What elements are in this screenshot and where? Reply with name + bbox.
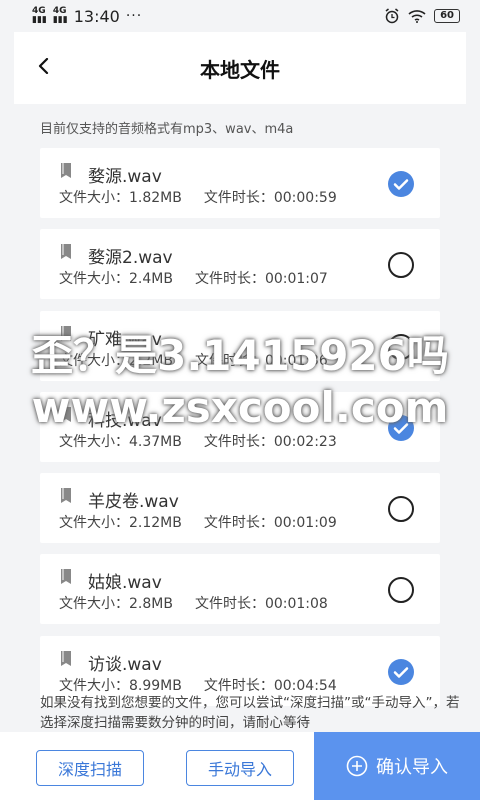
file-icon xyxy=(61,569,71,584)
wifi-icon xyxy=(408,10,426,23)
file-item[interactable]: 婺源2.wav 文件大小：2.4MB 文件时长：00:01:07 xyxy=(40,229,440,299)
status-left: 4G ▮▮▮ 4G ▮▮▮ 13:40 ··· xyxy=(32,7,142,26)
file-meta: 文件大小：1.82MB 文件时长：00:00:59 xyxy=(59,187,337,207)
file-meta: 文件大小：2.2MB 文件时长：00:01:36 xyxy=(59,350,328,370)
duration-label: 文件时长： xyxy=(203,434,274,450)
size-label: 文件大小： xyxy=(59,190,129,206)
size-label: 文件大小： xyxy=(59,271,129,287)
confirm-import-label: 确认导入 xyxy=(376,757,448,778)
file-icon xyxy=(61,244,71,259)
duration-label: 文件时长： xyxy=(203,515,274,531)
file-icon xyxy=(61,651,71,666)
bottom-action-bar: 深度扫描 手动导入 确认导入 xyxy=(0,732,480,800)
signal-icon: 4G ▮▮▮ xyxy=(32,6,47,25)
file-meta: 文件大小：4.37MB 文件时长：00:02:23 xyxy=(59,431,337,451)
file-item[interactable]: 科技.wav 文件大小：4.37MB 文件时长：00:02:23 xyxy=(40,392,440,462)
file-duration: 00:01:08 xyxy=(264,596,328,612)
alarm-icon xyxy=(385,8,399,24)
search-tip: 如果没有找到您想要的文件，您可以尝试“深度扫描”或“手动导入”，若选择深度扫描需… xyxy=(40,695,460,731)
confirm-import-button[interactable]: 确认导入 xyxy=(314,732,480,800)
checkbox-unchecked-icon[interactable] xyxy=(388,252,414,278)
file-item[interactable]: 姑娘.wav 文件大小：2.8MB 文件时长：00:01:08 xyxy=(40,554,440,624)
size-label: 文件大小： xyxy=(59,678,129,694)
back-arrow-icon[interactable] xyxy=(36,58,52,74)
file-size: 8.99MB xyxy=(129,678,182,694)
size-label: 文件大小： xyxy=(59,596,129,612)
file-size: 2.8MB xyxy=(129,596,173,612)
plus-circle-icon xyxy=(346,755,368,777)
checkbox-checked-icon[interactable] xyxy=(388,415,414,441)
file-name: 婺源.wav xyxy=(88,167,162,187)
duration-label: 文件时长： xyxy=(194,353,265,369)
file-meta: 文件大小：2.4MB 文件时长：00:01:07 xyxy=(59,268,328,288)
file-size: 2.12MB xyxy=(129,515,182,531)
file-name: 矿难.wav xyxy=(88,330,162,350)
file-duration: 00:01:07 xyxy=(264,271,328,287)
duration-label: 文件时长： xyxy=(203,678,274,694)
deep-scan-button[interactable]: 深度扫描 xyxy=(36,750,144,786)
file-size: 2.2MB xyxy=(129,353,173,369)
file-duration: 00:02:23 xyxy=(273,434,337,450)
file-name: 科技.wav xyxy=(88,411,162,431)
file-duration: 00:01:09 xyxy=(273,515,337,531)
duration-label: 文件时长： xyxy=(194,596,265,612)
file-name: 姑娘.wav xyxy=(88,573,162,593)
file-meta: 文件大小：2.8MB 文件时长：00:01:08 xyxy=(59,593,328,613)
status-bar: 4G ▮▮▮ 4G ▮▮▮ 13:40 ··· 60 xyxy=(0,0,480,32)
signal-icon-2: 4G ▮▮▮ xyxy=(52,6,68,25)
duration-label: 文件时长： xyxy=(194,271,265,287)
size-label: 文件大小： xyxy=(59,515,129,531)
file-duration: 00:04:54 xyxy=(273,678,337,694)
file-name: 访谈.wav xyxy=(88,655,162,675)
format-hint: 目前仅支持的音频格式有mp3、wav、m4a xyxy=(40,122,294,137)
checkbox-unchecked-icon[interactable] xyxy=(388,496,414,522)
checkbox-checked-icon[interactable] xyxy=(388,171,414,197)
file-item[interactable]: 羊皮卷.wav 文件大小：2.12MB 文件时长：00:01:09 xyxy=(40,473,440,543)
file-name: 羊皮卷.wav xyxy=(88,492,179,512)
file-meta: 文件大小：2.12MB 文件时长：00:01:09 xyxy=(59,512,337,532)
file-icon xyxy=(61,407,71,422)
checkbox-unchecked-icon[interactable] xyxy=(388,334,414,360)
file-duration: 00:00:59 xyxy=(273,190,337,206)
file-size: 1.82MB xyxy=(129,190,182,206)
file-name: 婺源2.wav xyxy=(88,248,173,268)
battery-icon: 60 xyxy=(434,9,460,23)
file-icon xyxy=(61,326,71,341)
file-item[interactable]: 婺源.wav 文件大小：1.82MB 文件时长：00:00:59 xyxy=(40,148,440,218)
file-icon xyxy=(61,163,71,178)
more-notifications-icon: ··· xyxy=(125,8,143,24)
header: 本地文件 xyxy=(14,32,466,104)
file-item[interactable]: 矿难.wav 文件大小：2.2MB 文件时长：00:01:36 xyxy=(40,311,440,381)
manual-import-button[interactable]: 手动导入 xyxy=(186,750,294,786)
file-size: 2.4MB xyxy=(129,271,173,287)
file-icon xyxy=(61,488,71,503)
checkbox-checked-icon[interactable] xyxy=(388,659,414,685)
file-duration: 00:01:36 xyxy=(264,353,328,369)
size-label: 文件大小： xyxy=(59,353,129,369)
duration-label: 文件时长： xyxy=(203,190,274,206)
status-right: 60 xyxy=(384,8,460,24)
page-title: 本地文件 xyxy=(200,57,280,82)
checkbox-unchecked-icon[interactable] xyxy=(388,577,414,603)
file-meta: 文件大小：8.99MB 文件时长：00:04:54 xyxy=(59,675,337,695)
clock: 13:40 xyxy=(73,6,120,26)
size-label: 文件大小： xyxy=(59,434,129,450)
file-size: 4.37MB xyxy=(129,434,182,450)
